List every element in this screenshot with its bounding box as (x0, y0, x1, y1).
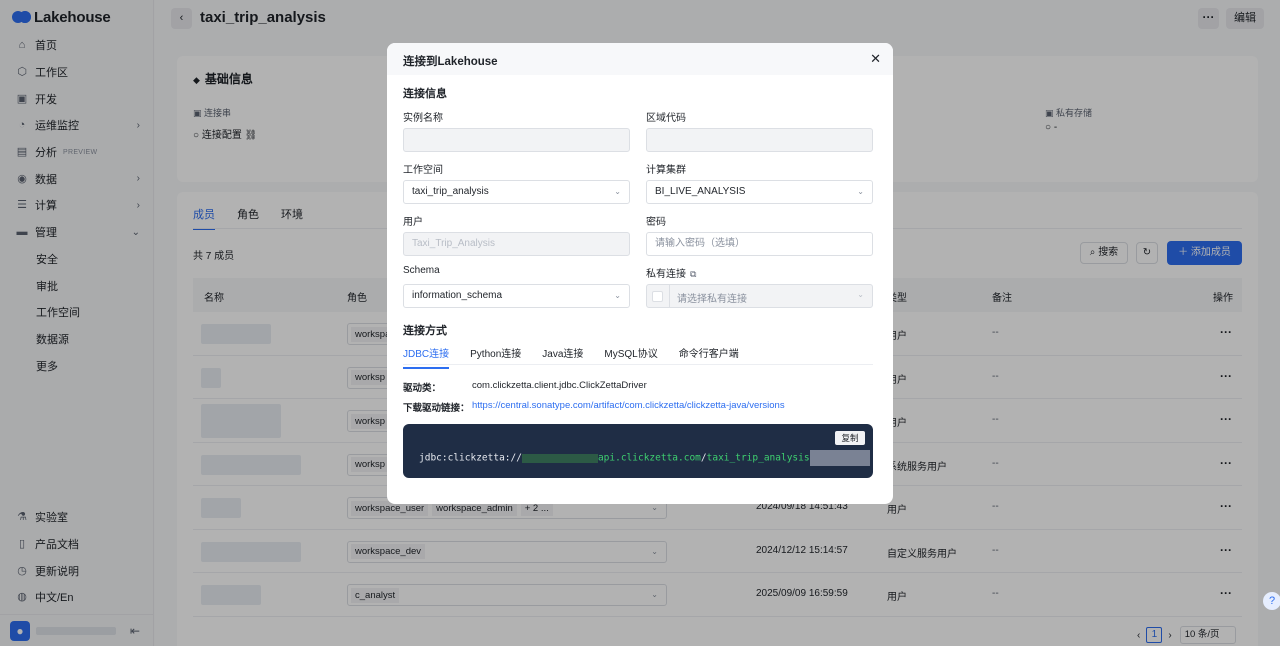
region-label: 区域代码 (646, 113, 686, 124)
method-tabs: JDBC连接 Python连接 Java连接 MySQL协议 命令行客户端 (403, 345, 760, 369)
download-link[interactable]: https://central.sonatype.com/artifact/co… (472, 400, 785, 411)
tab-java[interactable]: Java连接 (542, 345, 583, 369)
region-field (646, 128, 873, 152)
chevron-down-icon: ⌄ (857, 290, 864, 299)
redacted-segment (521, 453, 598, 463)
user-label: 用户 (403, 217, 423, 228)
jdbc-url: jdbc:clickzetta://api.clickzetta.com/tax… (419, 450, 870, 466)
driver-label: 驱动类： (403, 383, 442, 394)
chevron-down-icon: ⌄ (614, 291, 621, 300)
tab-python[interactable]: Python连接 (470, 345, 521, 369)
code-block: 复制 jdbc:clickzetta://api.clickzetta.com/… (403, 424, 873, 478)
tab-jdbc[interactable]: JDBC连接 (403, 345, 450, 369)
external-link-icon[interactable]: ⧉ (690, 269, 696, 279)
password-field[interactable]: 请输入密码（选填） (646, 232, 873, 256)
password-label: 密码 (646, 217, 666, 228)
section-conn-info: 连接信息 (403, 88, 447, 100)
driver-value: com.clickzetta.client.jdbc.ClickZettaDri… (472, 380, 647, 391)
tabs-divider (403, 364, 873, 365)
instance-label: 实例名称 (403, 113, 443, 124)
tab-mysql[interactable]: MySQL协议 (604, 345, 657, 369)
private-conn-select[interactable]: 请选择私有连接 ⌄ (646, 284, 873, 308)
chevron-down-icon: ⌄ (614, 187, 621, 196)
workspace-label: 工作空间 (403, 165, 443, 176)
close-icon[interactable]: ✕ (870, 51, 881, 67)
private-conn-placeholder: 请选择私有连接 (677, 294, 747, 305)
cluster-label: 计算集群 (646, 165, 686, 176)
modal-title: 连接到Lakehouse (403, 56, 498, 68)
help-button[interactable]: ? (1263, 592, 1280, 610)
divider (669, 285, 670, 307)
copy-button[interactable]: 复制 (835, 431, 865, 445)
modal-header: 连接到Lakehouse ✕ (387, 43, 893, 75)
cluster-select[interactable]: BI_LIVE_ANALYSIS ⌄ (646, 180, 873, 204)
tab-cli[interactable]: 命令行客户端 (679, 345, 739, 369)
chevron-down-icon: ⌄ (857, 187, 864, 196)
download-label: 下载驱动链接： (403, 403, 470, 414)
private-conn-checkbox[interactable] (652, 291, 663, 302)
user-field: Taxi_Trip_Analysis (403, 232, 630, 256)
schema-select[interactable]: information_schema ⌄ (403, 284, 630, 308)
connect-modal: 连接到Lakehouse ✕ 连接信息 实例名称 区域代码 工作空间 taxi_… (387, 43, 893, 504)
instance-field (403, 128, 630, 152)
private-conn-label: 私有连接 ⧉ (646, 269, 697, 280)
schema-label: Schema (403, 265, 440, 276)
workspace-select[interactable]: taxi_trip_analysis ⌄ (403, 180, 630, 204)
section-conn-method: 连接方式 (403, 325, 447, 337)
redacted-segment (809, 450, 870, 466)
